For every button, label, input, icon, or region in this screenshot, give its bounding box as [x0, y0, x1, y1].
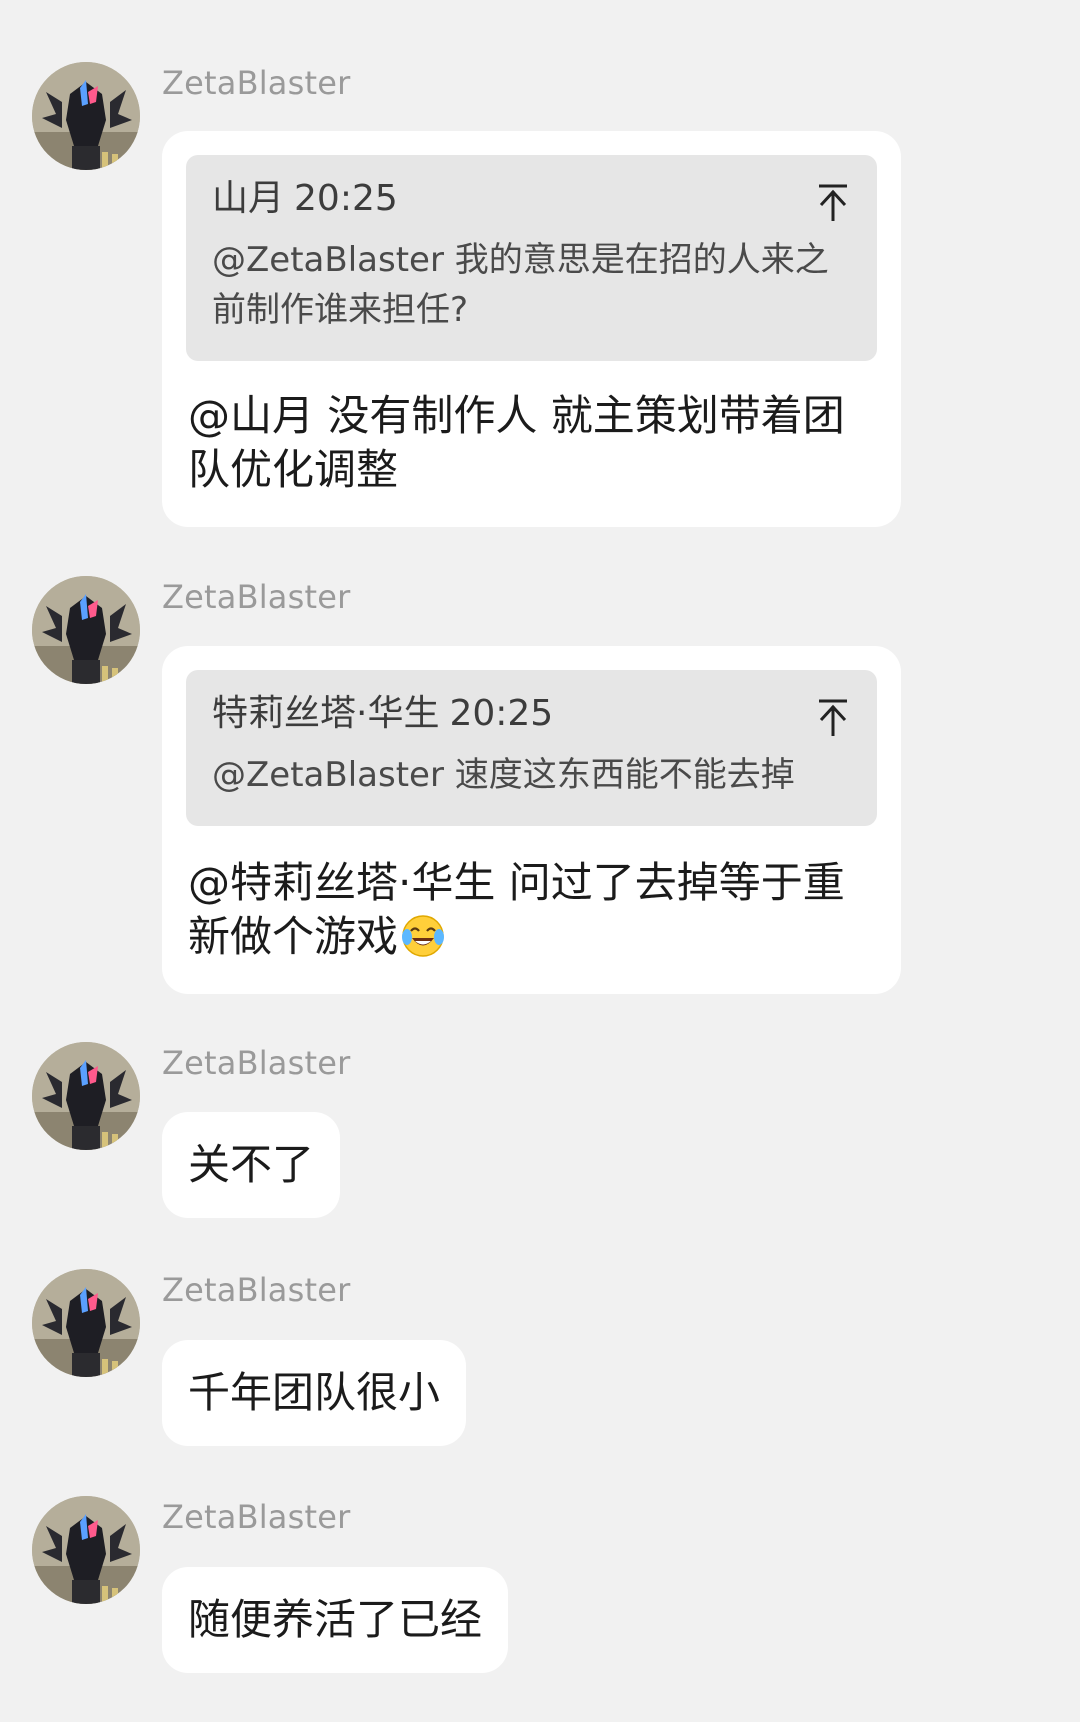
- sender-name: ZetaBlaster: [162, 1044, 351, 1082]
- avatar-armored-hero-icon: [32, 1042, 140, 1150]
- sender-name: ZetaBlaster: [162, 578, 351, 616]
- quote-time: 20:25: [449, 693, 554, 734]
- avatar-armored-hero-icon: [32, 576, 140, 684]
- quote-time: 20:25: [294, 178, 398, 219]
- jump-to-top-icon[interactable]: [815, 183, 851, 223]
- avatar[interactable]: [32, 1496, 140, 1604]
- avatar[interactable]: [32, 1269, 140, 1377]
- message-bubble[interactable]: 特莉丝塔·华生 20:25 @ZetaBlaster 速度这东西能不能去掉 @特莉…: [162, 646, 901, 994]
- quote-text: @ZetaBlaster 速度这东西能不能去掉: [212, 755, 795, 795]
- avatar[interactable]: [32, 62, 140, 170]
- message-text-container: @特莉丝塔·华生 问过了去掉等于重新做个游戏: [188, 856, 877, 964]
- avatar-armored-hero-icon: [32, 1269, 140, 1377]
- message-bubble[interactable]: 随便养活了已经: [162, 1567, 509, 1673]
- quoted-message[interactable]: 特莉丝塔·华生 20:25 @ZetaBlaster 速度这东西能不能去掉: [186, 670, 877, 826]
- message-bubble[interactable]: 千年团队很小: [162, 1340, 467, 1446]
- message-text: @特莉丝塔·华生 问过了去掉等于重新做个游戏: [188, 858, 845, 961]
- quote-author: 特莉丝塔·华生: [212, 693, 440, 734]
- avatar[interactable]: [32, 576, 140, 684]
- sender-name: ZetaBlaster: [162, 1498, 351, 1536]
- message-text: 随便养活了已经: [188, 1595, 483, 1644]
- message-bubble[interactable]: 山月 20:25 @ZetaBlaster 我的意思是在招的人来之前制作谁来担任?…: [162, 131, 901, 527]
- jump-to-top-icon[interactable]: [815, 698, 851, 738]
- sender-name: ZetaBlaster: [162, 64, 351, 102]
- avatar-armored-hero-icon: [32, 62, 140, 170]
- tears-of-joy-emoji: [402, 915, 445, 957]
- sender-name: ZetaBlaster: [162, 1271, 351, 1309]
- quote-header: 特莉丝塔·华生 20:25: [212, 692, 851, 736]
- avatar-armored-hero-icon: [32, 1496, 140, 1604]
- quoted-message[interactable]: 山月 20:25 @ZetaBlaster 我的意思是在招的人来之前制作谁来担任?: [186, 155, 877, 361]
- message-text: 关不了: [188, 1140, 315, 1189]
- quote-author: 山月: [212, 178, 285, 219]
- message-text: 千年团队很小: [188, 1368, 441, 1417]
- message-text: @山月 没有制作人 就主策划带着团队优化调整: [188, 391, 845, 494]
- quote-text: @ZetaBlaster 我的意思是在招的人来之前制作谁来担任?: [212, 240, 829, 330]
- avatar[interactable]: [32, 1042, 140, 1150]
- quote-header: 山月 20:25: [212, 177, 851, 221]
- message-bubble[interactable]: 关不了: [162, 1112, 341, 1218]
